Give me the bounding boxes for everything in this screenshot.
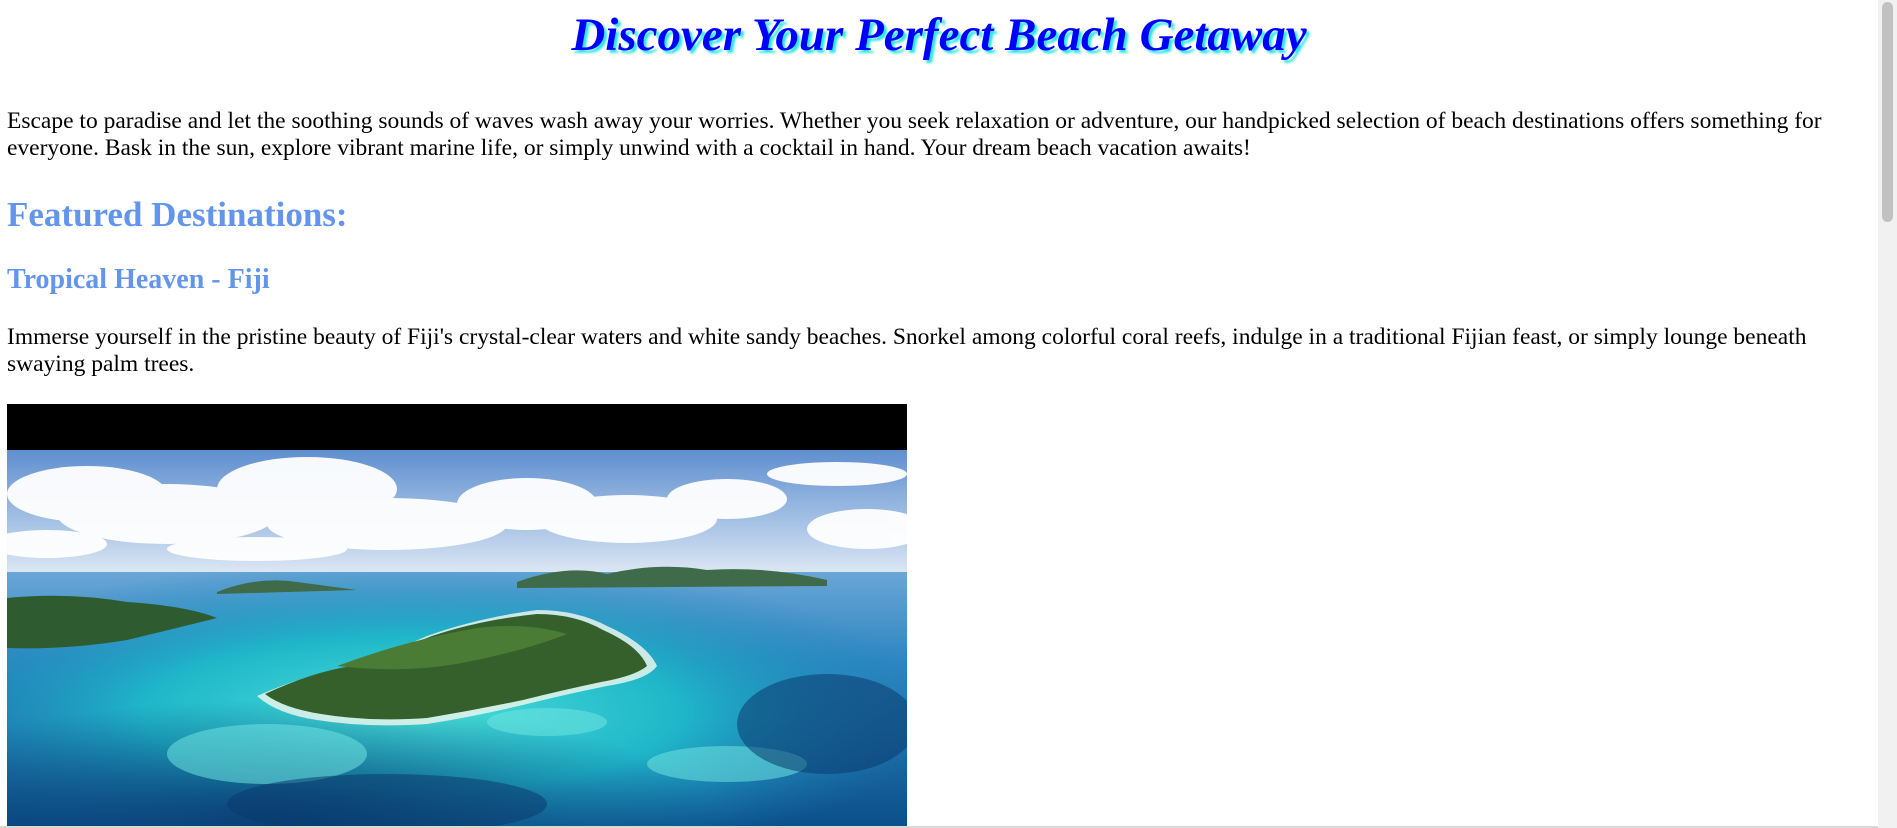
scrollbar-thumb[interactable] <box>1882 2 1893 222</box>
vertical-scrollbar[interactable] <box>1878 0 1897 828</box>
featured-destinations-heading: Featured Destinations: <box>7 195 348 234</box>
intro-paragraph: Escape to paradise and let the soothing … <box>7 108 1822 161</box>
page-title: Discover Your Perfect Beach Getaway <box>571 9 1307 61</box>
page: Discover Your Perfect Beach Getaway Esca… <box>0 0 1878 828</box>
destination-title-fiji: Tropical Heaven - Fiji <box>7 264 270 295</box>
destination-description-fiji: Immerse yourself in the pristine beauty … <box>7 324 1807 377</box>
fiji-aerial-photo <box>7 404 907 828</box>
